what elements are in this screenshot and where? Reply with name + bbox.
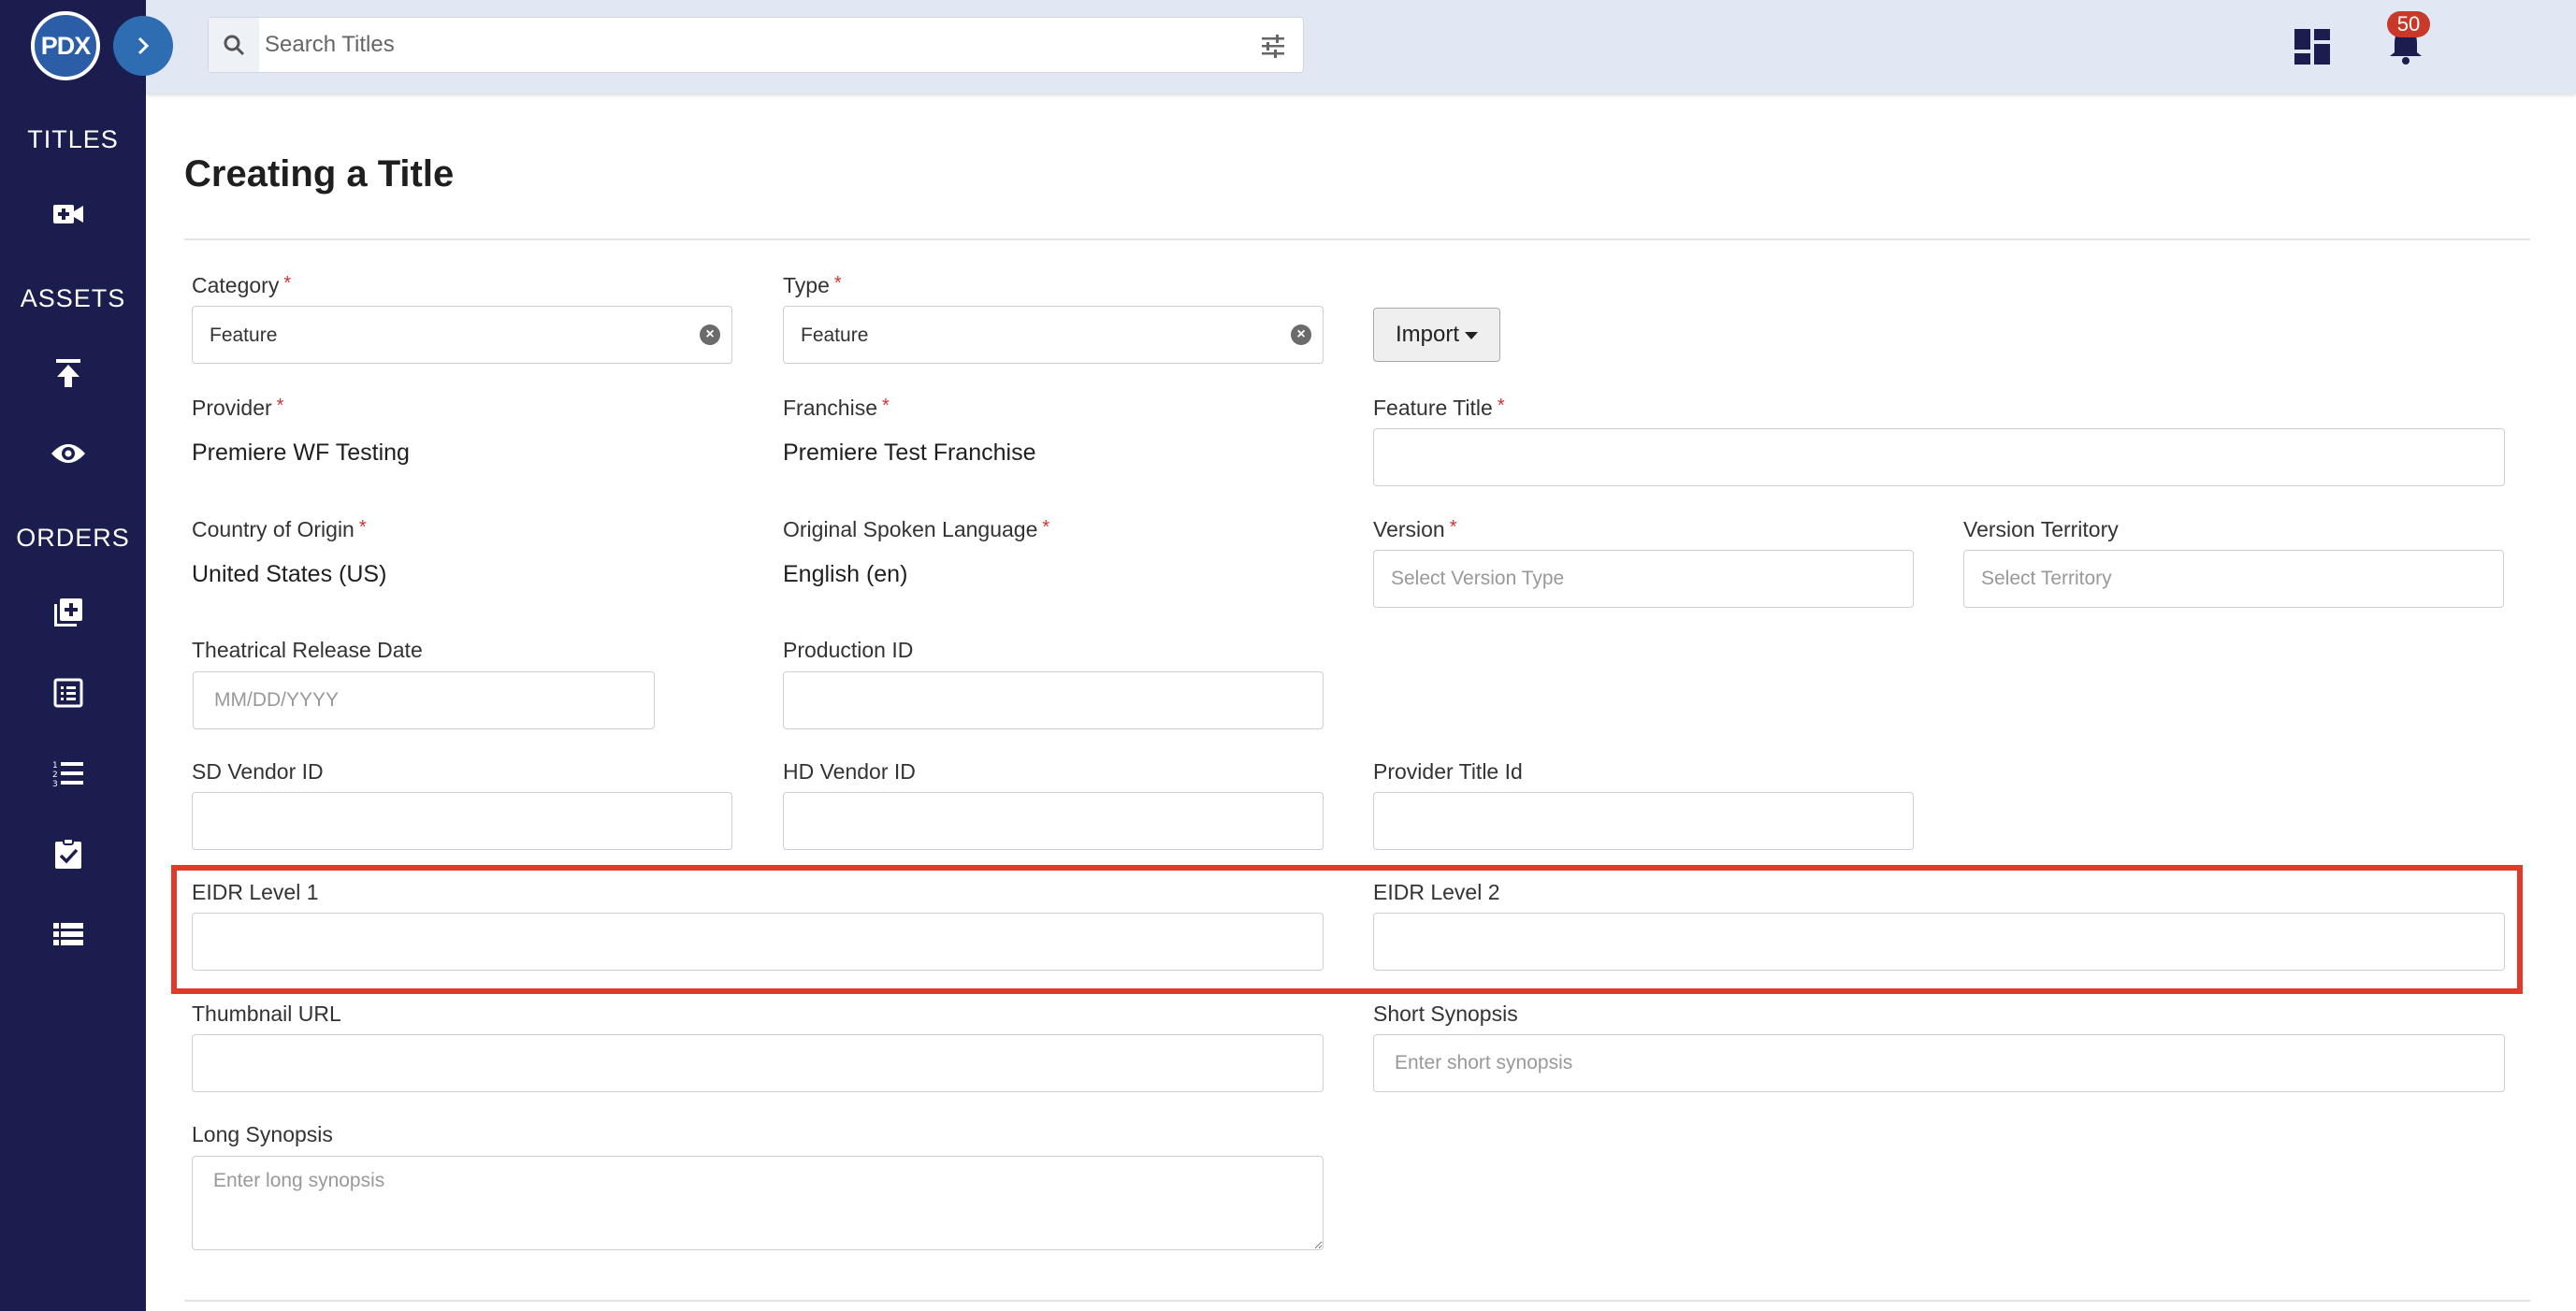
title-divider	[184, 238, 2530, 240]
type-label: Type *	[783, 273, 842, 297]
list-alt-icon[interactable]	[47, 671, 90, 714]
import-label: Import	[1395, 322, 1459, 347]
category-label: Category *	[192, 273, 292, 297]
view-list-icon[interactable]	[47, 913, 90, 956]
library-add-icon[interactable]	[47, 591, 90, 634]
version-label: Version *	[1373, 517, 1457, 541]
eidr-level-1-input[interactable]	[192, 913, 1324, 971]
release-date-label: Theatrical Release Date	[192, 638, 423, 662]
sidebar-section-assets: ASSETS	[20, 284, 126, 312]
country-of-origin-value: United States (US)	[192, 561, 387, 587]
sidebar-section-titles: TITLES	[27, 125, 119, 153]
search-icon[interactable]	[209, 18, 259, 72]
type-value: Feature	[801, 324, 869, 346]
provider-label: Provider *	[192, 396, 284, 420]
production-id-input[interactable]	[783, 671, 1324, 729]
version-territory-select[interactable]	[1963, 550, 2504, 608]
long-synopsis-label: Long Synopsis	[192, 1122, 333, 1146]
filter-settings-icon[interactable]	[1260, 33, 1286, 59]
notification-count-badge: 50	[2387, 11, 2430, 37]
eidr-level-2-label: EIDR Level 2	[1373, 880, 1500, 904]
clear-icon[interactable]: ×	[700, 324, 720, 345]
sidebar: PDX TITLES ASSETS ORDERS 123	[0, 0, 146, 1311]
sd-vendor-id-label: SD Vendor ID	[192, 759, 324, 784]
upload-icon[interactable]	[47, 352, 90, 395]
video-add-icon[interactable]	[47, 193, 90, 236]
franchise-label: Franchise *	[783, 396, 890, 420]
version-select[interactable]	[1373, 550, 1914, 608]
search-input[interactable]	[265, 18, 1237, 72]
thumbnail-url-input[interactable]	[192, 1034, 1324, 1092]
release-date-input[interactable]	[193, 671, 655, 729]
svg-text:3: 3	[52, 780, 58, 787]
country-of-origin-label: Country of Origin *	[192, 517, 367, 541]
hd-vendor-id-input[interactable]	[783, 792, 1324, 850]
assignment-check-icon[interactable]	[47, 832, 90, 875]
svg-text:2: 2	[52, 771, 58, 780]
franchise-value: Premiere Test Franchise	[783, 439, 1036, 466]
search-box	[208, 17, 1304, 73]
original-language-label: Original Spoken Language *	[783, 517, 1050, 541]
bottom-divider	[184, 1300, 2530, 1302]
feature-title-label: Feature Title *	[1373, 396, 1505, 420]
eye-icon[interactable]	[47, 432, 90, 475]
thumbnail-url-label: Thumbnail URL	[192, 1001, 341, 1026]
feature-title-input[interactable]	[1373, 428, 2505, 486]
category-select[interactable]: Feature ×	[192, 306, 732, 364]
short-synopsis-label: Short Synopsis	[1373, 1001, 1518, 1026]
sidebar-expand-button[interactable]	[113, 16, 173, 76]
top-bar: 50	[146, 0, 2576, 94]
eidr-level-2-input[interactable]	[1373, 913, 2505, 971]
category-value: Feature	[210, 324, 278, 346]
original-language-value: English (en)	[783, 561, 908, 587]
clear-icon[interactable]: ×	[1291, 324, 1311, 345]
svg-text:1: 1	[52, 761, 58, 771]
hd-vendor-id-label: HD Vendor ID	[783, 759, 916, 784]
numbered-list-icon[interactable]: 123	[47, 752, 90, 795]
chevron-right-icon	[137, 36, 150, 55]
provider-value: Premiere WF Testing	[192, 439, 410, 466]
import-dropdown-button[interactable]: Import	[1373, 308, 1500, 362]
provider-title-id-label: Provider Title Id	[1373, 759, 1523, 784]
production-id-label: Production ID	[783, 638, 914, 662]
page-title: Creating a Title	[184, 153, 455, 194]
sidebar-section-orders: ORDERS	[16, 524, 130, 552]
short-synopsis-input[interactable]	[1373, 1034, 2505, 1092]
caret-down-icon	[1465, 332, 1478, 339]
eidr-level-1-label: EIDR Level 1	[192, 880, 319, 904]
long-synopsis-textarea[interactable]	[192, 1156, 1324, 1250]
type-select[interactable]: Feature ×	[783, 306, 1324, 364]
provider-title-id-input[interactable]	[1373, 792, 1914, 850]
sd-vendor-id-input[interactable]	[192, 792, 732, 850]
dashboard-icon[interactable]	[2294, 28, 2331, 65]
pdx-logo[interactable]: PDX	[31, 11, 100, 80]
version-territory-label: Version Territory	[1963, 517, 2119, 541]
